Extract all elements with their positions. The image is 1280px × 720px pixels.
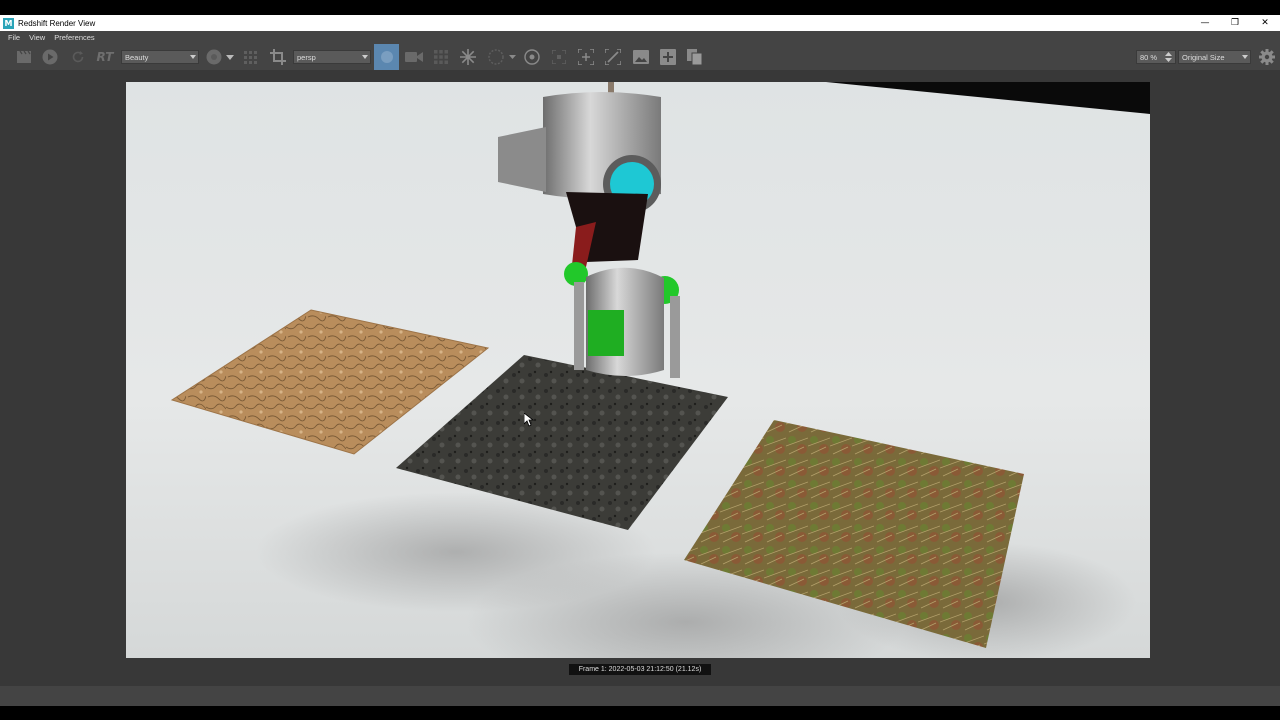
rgb-channel-icon[interactable] [205, 47, 223, 67]
grid-icon[interactable] [241, 47, 259, 67]
frame-status-text: Frame 1: 2022-05-03 21:12:50 (21.12s) [578, 666, 702, 673]
menu-view[interactable]: View [29, 33, 45, 42]
render-play-button[interactable] [40, 47, 60, 67]
minimize-button[interactable]: — [1190, 15, 1220, 31]
aov-dropdown-value: Beauty [125, 52, 149, 62]
region-dropdown-chevron-icon[interactable] [507, 47, 517, 67]
zoom-stepper[interactable] [1163, 51, 1174, 63]
bottom-letterbox [0, 706, 1280, 720]
render-image [126, 82, 1150, 658]
add-snapshot-icon[interactable] [658, 47, 678, 67]
window-title: Redshift Render View [18, 18, 96, 28]
refresh-icon[interactable] [68, 47, 88, 67]
camera-dropdown-value: persp [297, 52, 316, 62]
snowflake-icon[interactable] [458, 47, 478, 67]
fit-frame-icon[interactable] [576, 47, 596, 67]
bucket-grid-icon[interactable] [431, 47, 451, 67]
zoom-value: 80 % [1140, 52, 1158, 62]
camera-dropdown[interactable]: persp [293, 50, 371, 64]
bottom-bar [0, 686, 1280, 706]
chevron-down-icon [190, 55, 196, 59]
menu-file[interactable]: File [8, 33, 20, 42]
gear-icon[interactable] [1257, 47, 1277, 67]
chevron-down-icon [362, 55, 368, 59]
menu-bar: File View Preferences [0, 31, 1280, 44]
target-icon[interactable] [522, 47, 542, 67]
title-bar: M Redshift Render View — ❐ ✕ [0, 15, 1280, 31]
copy-snapshot-icon[interactable] [685, 47, 705, 67]
video-camera-icon[interactable] [404, 47, 424, 67]
size-dropdown-value: Original Size [1182, 52, 1225, 62]
size-dropdown[interactable]: Original Size [1178, 50, 1251, 64]
region-circle-icon[interactable] [486, 47, 506, 67]
compare-icon[interactable] [603, 47, 623, 67]
clapperboard-icon[interactable] [14, 47, 34, 67]
close-button[interactable]: ✕ [1250, 15, 1280, 31]
rgb-dropdown-chevron-icon[interactable] [225, 47, 235, 67]
toolbar: RT Beauty persp 80 % Original Size [0, 44, 1280, 70]
frame-status: Frame 1: 2022-05-03 21:12:50 (21.12s) [569, 664, 711, 675]
top-letterbox [0, 0, 1280, 15]
aov-dropdown[interactable]: Beauty [121, 50, 199, 64]
rt-toggle-button[interactable]: RT [94, 47, 116, 67]
mouse-cursor-icon [524, 413, 534, 427]
lock-camera-button[interactable] [374, 44, 399, 70]
crop-icon[interactable] [268, 47, 288, 67]
restore-button[interactable]: ❐ [1220, 15, 1250, 31]
window-controls: — ❐ ✕ [1190, 15, 1280, 31]
menu-preferences[interactable]: Preferences [54, 33, 94, 42]
chevron-down-icon [1242, 55, 1248, 59]
app-icon: M [3, 17, 14, 29]
snapshot-icon[interactable] [631, 47, 651, 67]
focus-frame-icon[interactable] [549, 47, 569, 67]
